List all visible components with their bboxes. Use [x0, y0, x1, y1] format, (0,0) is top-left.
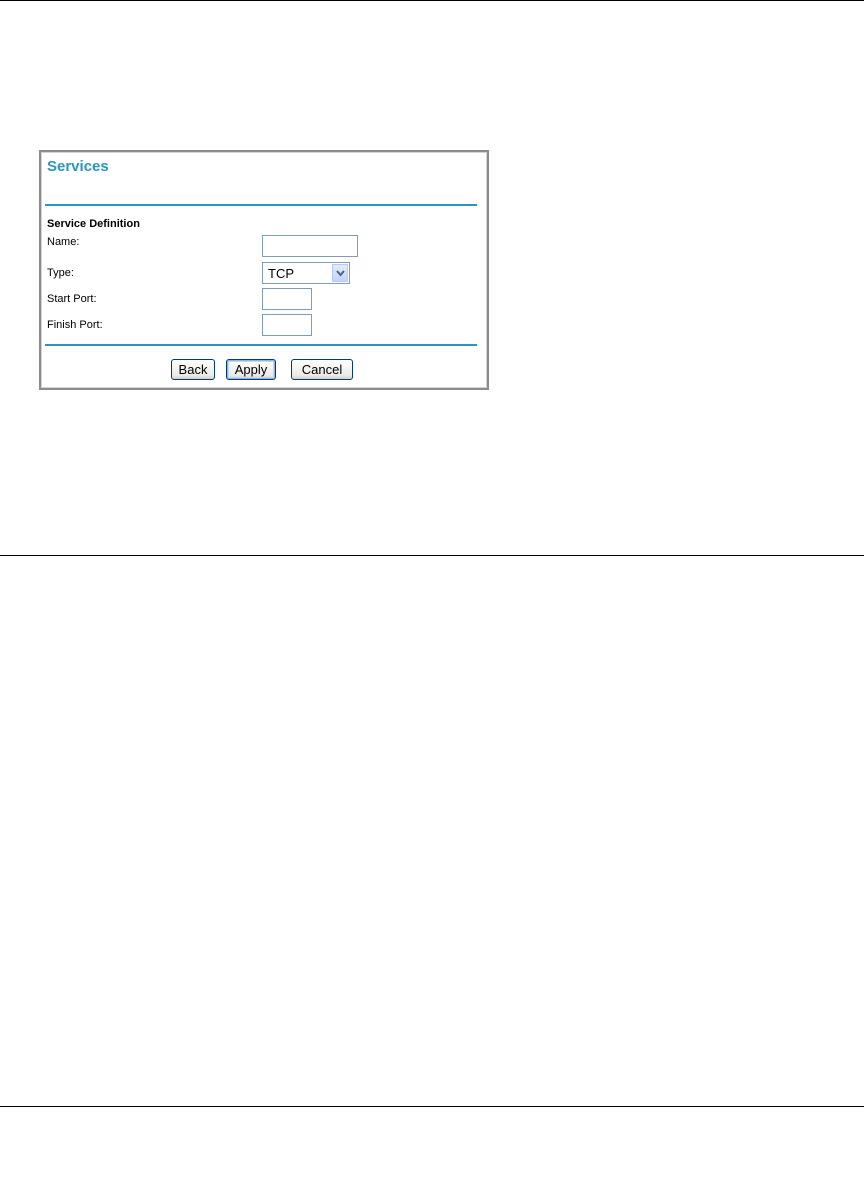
- name-label: Name:: [47, 236, 80, 248]
- page-top-rule: [0, 0, 864, 1]
- title-divider: [45, 204, 477, 206]
- cancel-button[interactable]: Cancel: [291, 359, 353, 380]
- page-title: Services: [47, 158, 109, 175]
- start-port-label: Start Port:: [47, 293, 97, 305]
- select-arrow-button[interactable]: [332, 264, 348, 282]
- type-label: Type:: [47, 267, 74, 279]
- name-input[interactable]: [262, 235, 358, 257]
- type-select-value: TCP: [268, 266, 294, 281]
- page-middle-rule: [0, 555, 864, 556]
- finish-port-label: Finish Port:: [47, 319, 103, 331]
- apply-button[interactable]: Apply: [226, 359, 276, 380]
- page-bottom-rule: [0, 1106, 864, 1107]
- finish-port-input[interactable]: [262, 314, 312, 336]
- start-port-input[interactable]: [262, 288, 312, 310]
- chevron-down-icon: [336, 270, 345, 277]
- section-heading-service-definition: Service Definition: [47, 218, 140, 230]
- back-button[interactable]: Back: [171, 359, 215, 380]
- button-divider: [45, 344, 477, 346]
- type-select[interactable]: TCP: [262, 262, 350, 284]
- services-panel: Services Service Definition Name: Type: …: [39, 150, 489, 390]
